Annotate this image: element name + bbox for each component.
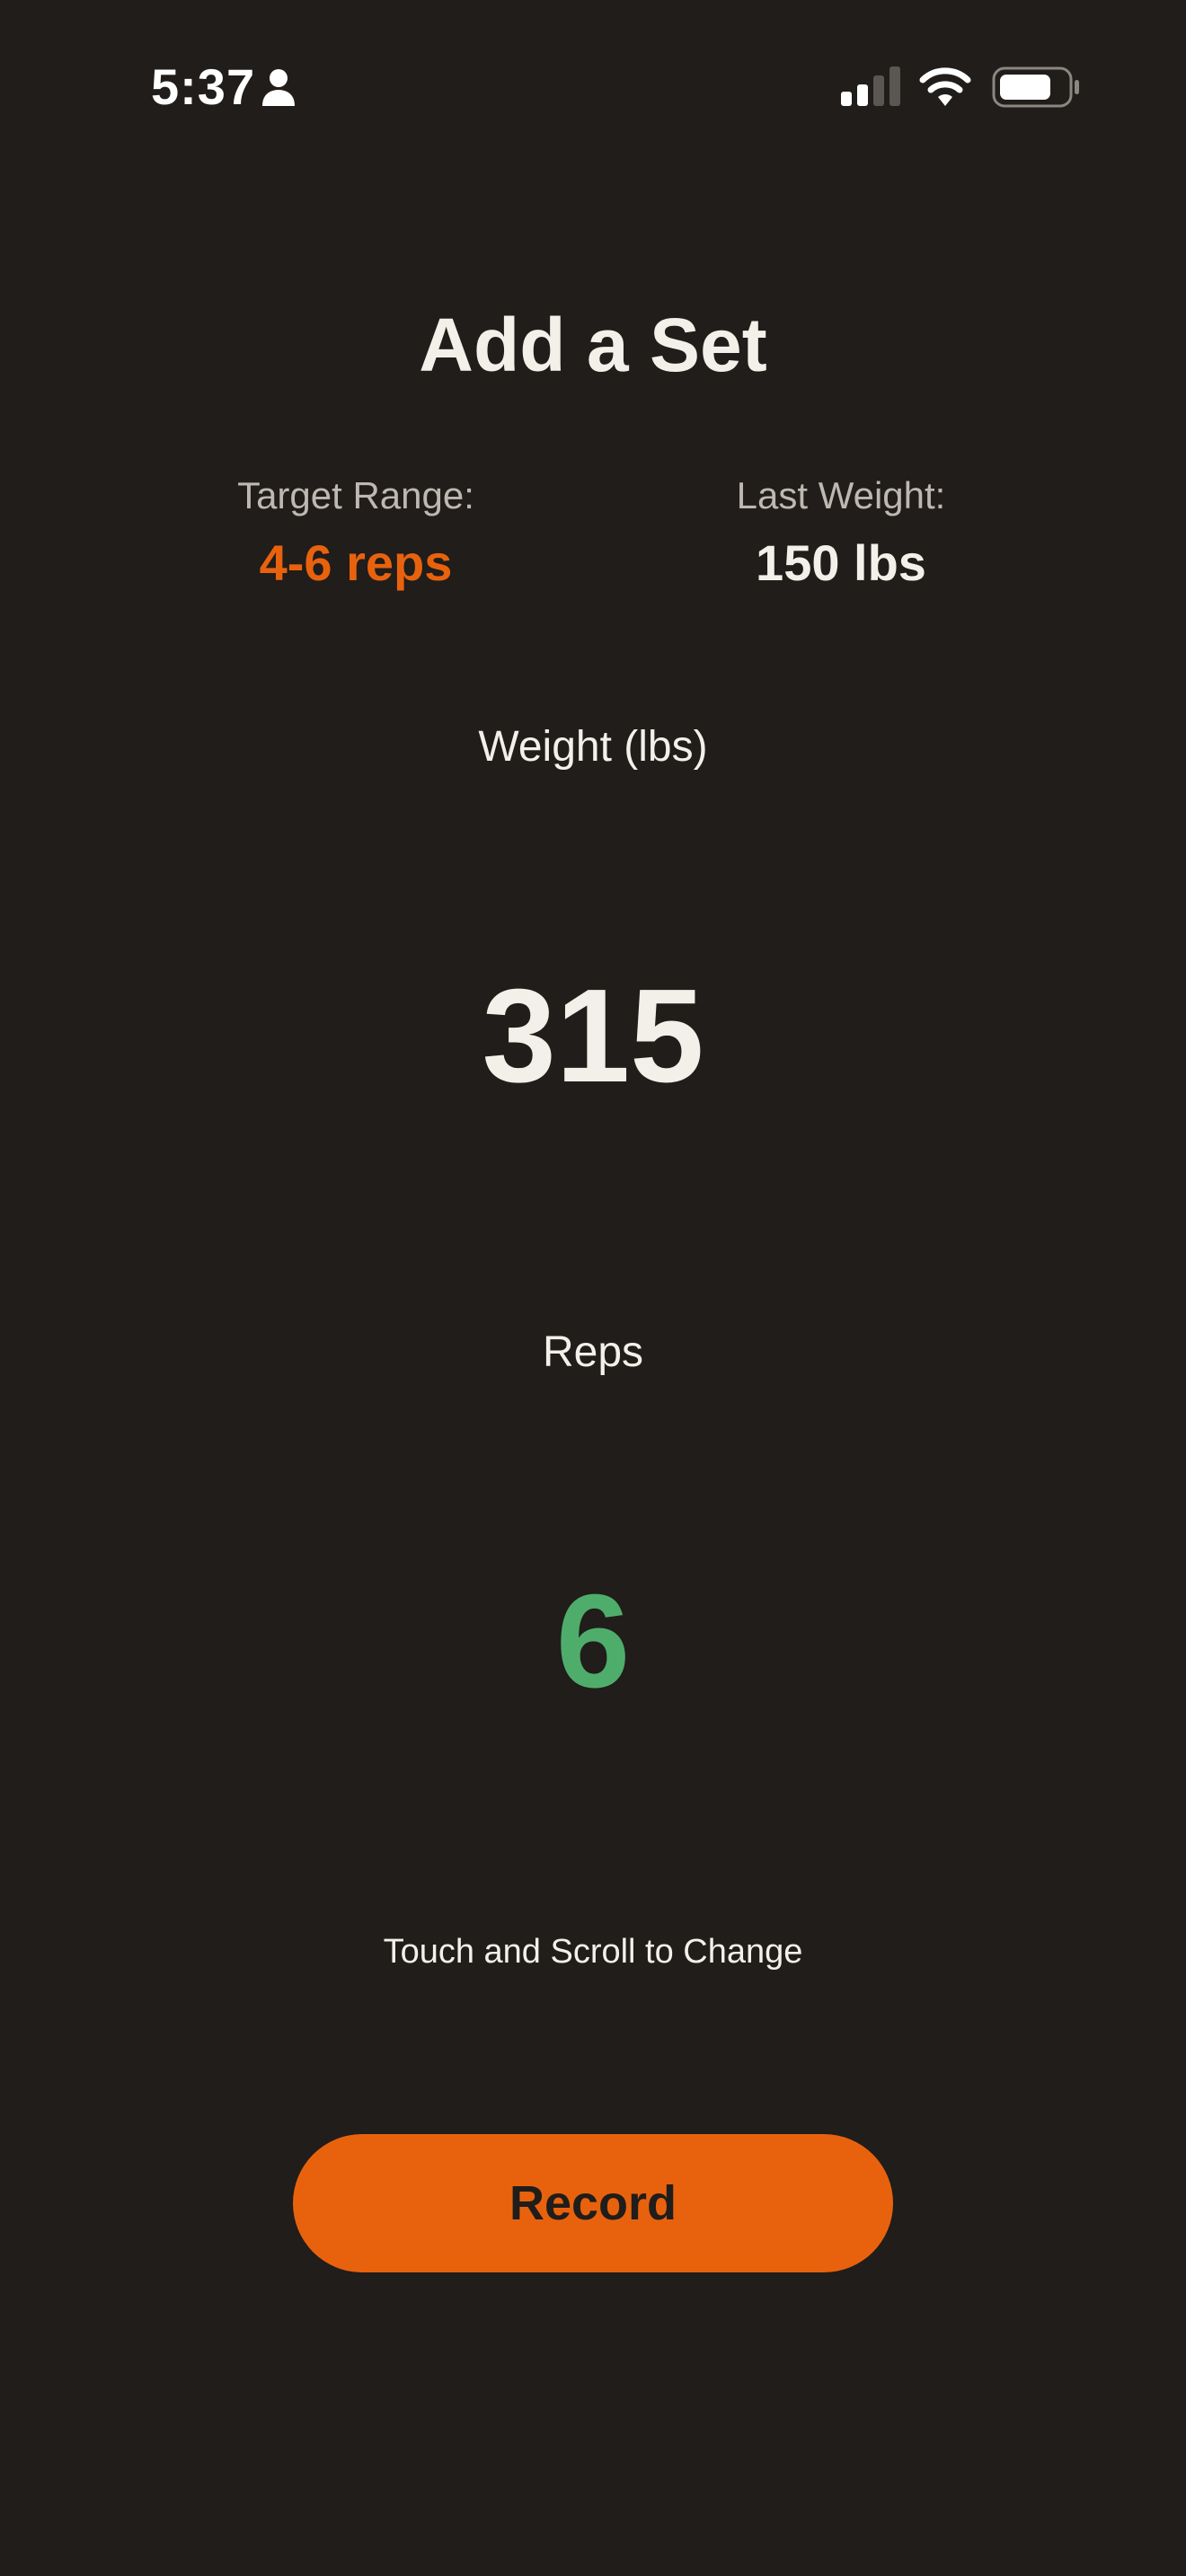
reps-picker[interactable]: 6 — [296, 1575, 890, 1719]
last-weight-label: Last Weight: — [736, 474, 946, 516]
target-range-label: Target Range: — [237, 474, 474, 516]
cellular-signal-icon — [841, 66, 900, 106]
wifi-icon — [919, 67, 971, 106]
status-time: 5:37 — [151, 58, 256, 115]
last-weight-value: 150 lbs — [756, 534, 926, 591]
battery-icon — [992, 66, 1079, 108]
last-weight: Last Weight: 150 lbs — [634, 472, 1048, 593]
person-icon — [262, 69, 295, 106]
weight-picker[interactable]: 315 — [296, 970, 890, 1114]
scroll-hint: Touch and Scroll to Change — [383, 1933, 803, 1971]
target-range: Target Range: 4-6 reps — [149, 472, 562, 593]
reps-label: Reps — [542, 1328, 644, 1376]
weight-label: Weight (lbs) — [478, 723, 708, 771]
page-title: Add a Set — [419, 303, 767, 387]
status-bar: 5:37 — [0, 0, 1186, 180]
record-button[interactable]: Record — [293, 2134, 893, 2272]
target-range-value: 4-6 reps — [259, 534, 453, 591]
